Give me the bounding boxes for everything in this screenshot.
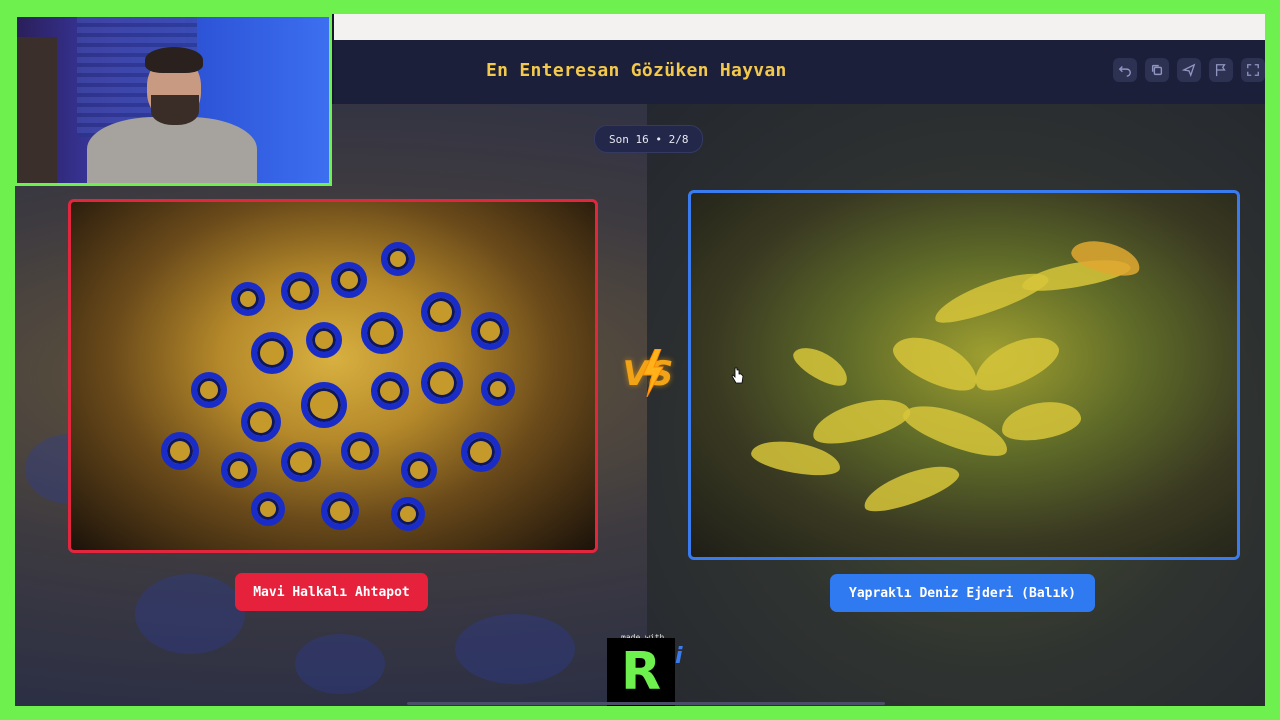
octopus-ring [341,432,379,470]
copy-icon [1151,64,1163,76]
left-choice-image[interactable] [68,199,598,553]
octopus-ring [361,312,403,354]
bg-decoration [135,574,245,654]
bg-decoration [295,634,385,694]
octopus-ring [301,382,347,428]
flag-icon [1215,64,1226,77]
octopus-ring [251,492,285,526]
fullscreen-button[interactable] [1241,58,1265,82]
seadragon-leaf [966,325,1066,401]
octopus-ring [231,282,265,316]
octopus-ring [371,372,409,410]
seadragon-leaf [788,339,854,393]
webcam-overlay [14,14,332,186]
octopus-ring [221,452,257,488]
left-choice-label[interactable]: Mavi Halkalı Ahtapot [235,573,428,611]
logo-letter: R [620,642,662,702]
octopus-ring [381,242,415,276]
chair [17,37,57,183]
streamer-body [87,117,257,183]
page-title: En Enteresan Gözüken Hayvan [486,60,787,81]
send-icon [1182,63,1196,77]
streamer-beard [151,95,199,125]
seadragon-leaf [929,263,1053,331]
seadragon-leaf [998,396,1084,446]
seadragon-leaf [898,395,1014,465]
bg-decoration [455,614,575,684]
round-indicator: Son 16 • 2/8 [594,125,704,153]
octopus-ring [421,292,461,332]
octopus-ring [161,432,199,470]
send-button[interactable] [1177,58,1201,82]
flag-button[interactable] [1209,58,1233,82]
seadragon-leaf [858,456,964,520]
octopus-ring [401,452,437,488]
undo-button[interactable] [1113,58,1137,82]
octopus-ring [281,272,319,310]
octopus-ring [241,402,281,442]
octopus-ring [421,362,463,404]
octopus-ring [191,372,227,408]
hand-cursor-icon [731,367,744,384]
octopus-ring [251,332,293,374]
horizontal-scrollbar[interactable] [407,702,885,705]
octopus-ring [331,262,367,298]
toolbar [1113,58,1265,82]
octopus-ring [306,322,342,358]
lightning-icon [642,349,664,397]
seadragon-leaf [886,325,986,401]
right-choice-label[interactable]: Yapraklı Deniz Ejderi (Balık) [830,574,1095,612]
undo-icon [1118,66,1131,77]
fullscreen-icon [1247,64,1259,76]
logo-suffix: i [675,644,683,669]
octopus-ring [281,442,321,482]
octopus-ring [461,432,501,472]
octopus-ring [321,492,359,530]
brand-logo: R [607,638,675,706]
browser-top-strip [334,14,1265,40]
page-header: En Enteresan Gözüken Hayvan [334,40,1265,104]
octopus-ring [471,312,509,350]
right-choice-image[interactable] [688,190,1240,560]
octopus-ring [391,497,425,531]
streamer-hair [145,47,203,73]
copy-button[interactable] [1145,58,1169,82]
octopus-ring [481,372,515,406]
seadragon-leaf [808,390,914,452]
